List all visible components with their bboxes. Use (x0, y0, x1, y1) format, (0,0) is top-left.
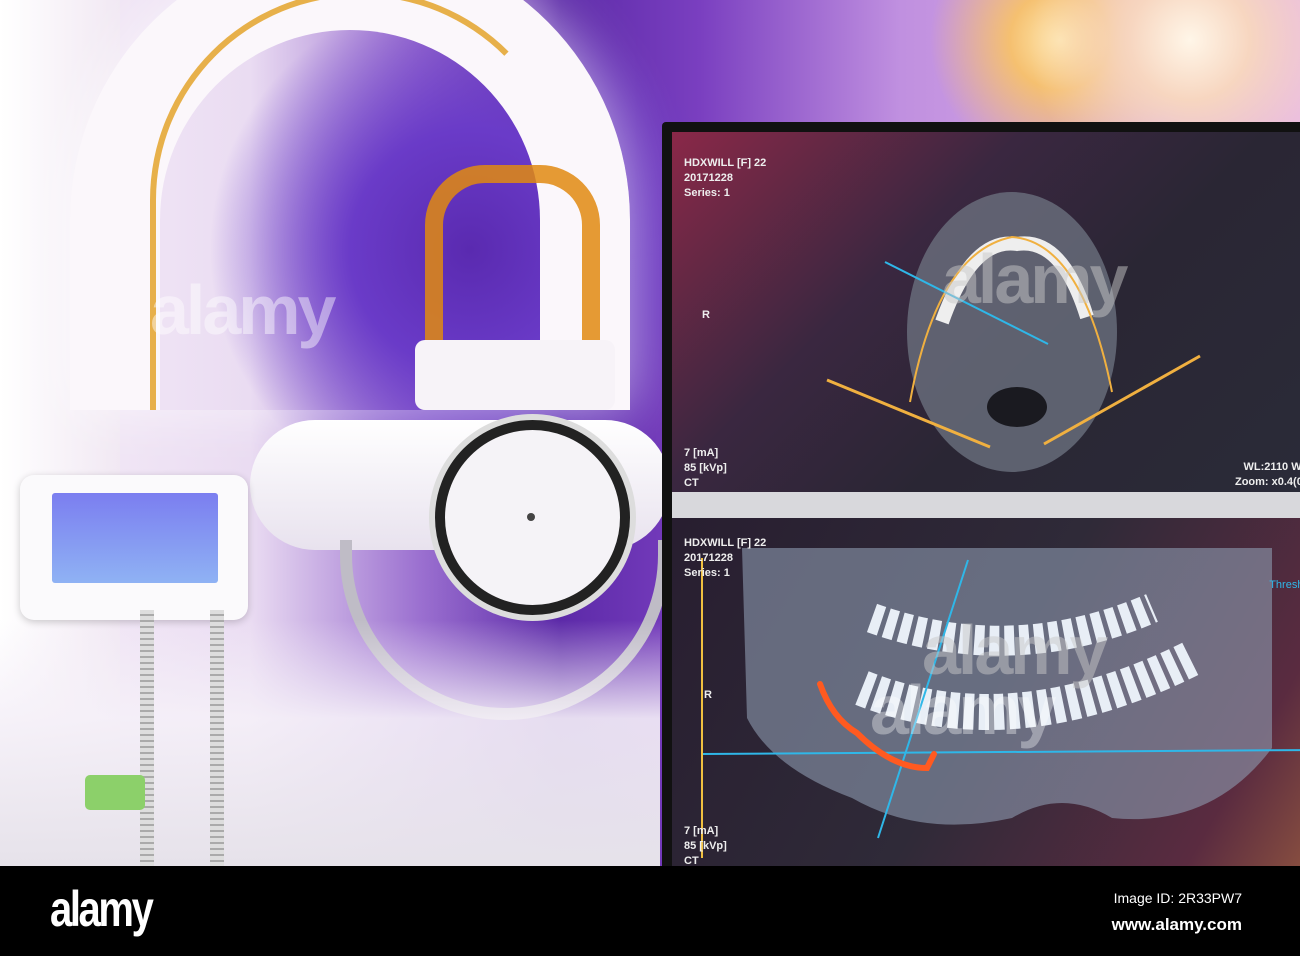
coiled-cable (210, 610, 224, 866)
headrest-base (415, 340, 615, 410)
site-url: www.alamy.com (1111, 915, 1242, 934)
stock-footer: alamy Image ID: 2R33PW7 www.alamy.com (0, 866, 1300, 956)
orientation-marker: R (704, 689, 712, 701)
green-container (85, 775, 145, 810)
zoom-level: Zoom: x0.4(0.5 (1234, 476, 1300, 488)
control-panel-screen (52, 493, 218, 583)
series-label: Series: 1 (684, 567, 730, 579)
ma-value: 7 [mA] (684, 825, 719, 837)
scan-params: 7 [mA] 85 [kVp] CT (684, 824, 727, 866)
image-id: Image ID: 2R33PW7 (1113, 890, 1242, 906)
modality: CT (684, 477, 699, 489)
scan-params: 7 [mA] 85 [kVp] CT (684, 446, 727, 491)
sensor-center (527, 513, 535, 521)
threshold-label: Threshol (1269, 579, 1300, 591)
alamy-logo: alamy (50, 881, 154, 937)
watermark: alamy (150, 271, 336, 349)
patient-name: HDXWILL [F] 22 (684, 537, 767, 549)
pane-divider (672, 492, 1300, 518)
photo-dental-ct-scene: HDXWILL [F] 22 20171228 Series: 1 R Th a… (0, 0, 1300, 866)
airway (987, 387, 1047, 427)
patient-info: HDXWILL [F] 22 20171228 Series: 1 (684, 536, 766, 581)
ma-value: 7 [mA] (684, 447, 719, 459)
orange-headrest (425, 165, 600, 360)
axial-ct-view: HDXWILL [F] 22 20171228 Series: 1 R Th a… (672, 132, 1300, 492)
window-level: WL:2110 WW (1243, 461, 1300, 473)
kvp-value: 85 [kVp] (684, 462, 727, 474)
kvp-value: 85 [kVp] (684, 840, 727, 852)
coiled-cable (140, 610, 154, 866)
modality: CT (684, 855, 699, 866)
jaw-cross-section (907, 192, 1117, 472)
dental-unit (0, 620, 660, 866)
watermark: alamy (922, 611, 1108, 689)
study-date: 20171228 (684, 552, 733, 564)
watermark: alamy (942, 240, 1128, 318)
watermark: alamy (870, 671, 1056, 749)
window-info: WL:2110 WW Zoom: x0.4(0.5 (1235, 460, 1300, 490)
